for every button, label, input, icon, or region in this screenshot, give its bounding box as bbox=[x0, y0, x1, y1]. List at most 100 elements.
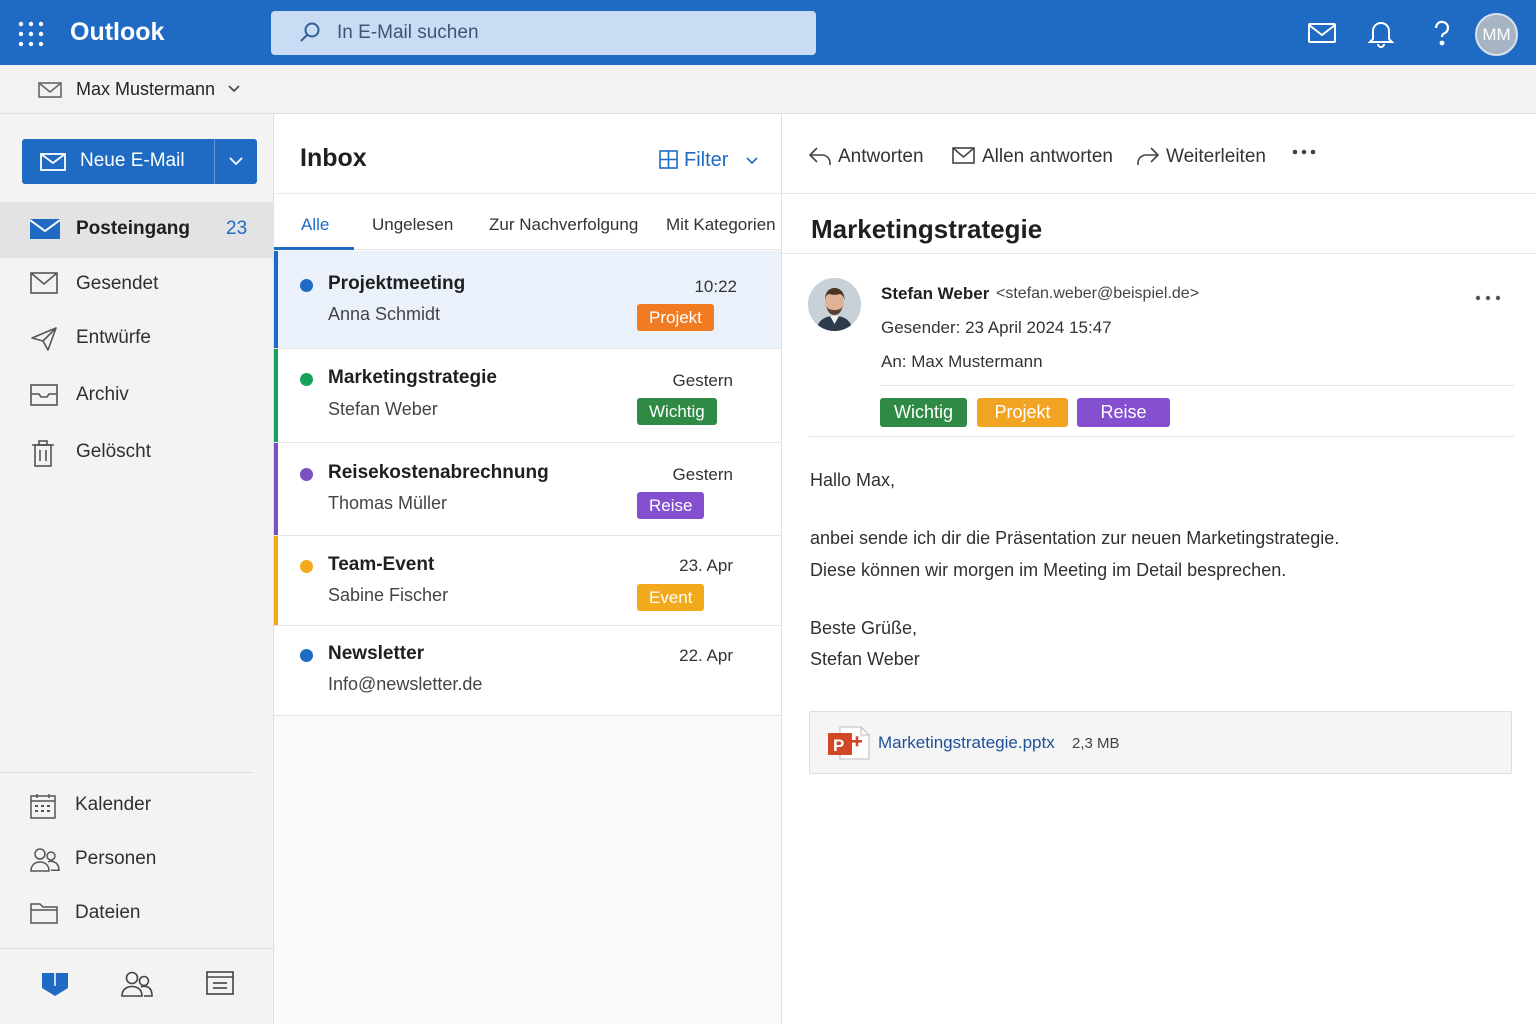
message-sender: Thomas Müller bbox=[328, 493, 448, 513]
svg-text:P: P bbox=[833, 736, 844, 755]
list-item[interactable]: Marketingstrategie Stefan Weber Gestern … bbox=[274, 349, 781, 443]
reply-button[interactable]: Antworten bbox=[808, 144, 928, 172]
divider bbox=[809, 436, 1514, 437]
more-actions-icon[interactable] bbox=[1292, 148, 1322, 168]
app-people[interactable]: Personen bbox=[0, 834, 273, 886]
message-time: 22. Apr bbox=[679, 646, 733, 665]
message-sender: Anna Schmidt bbox=[328, 304, 441, 324]
list-item[interactable]: Projektmeeting Anna Schmidt 10:22 Projek… bbox=[274, 251, 781, 349]
app-title[interactable]: Outlook bbox=[70, 18, 164, 47]
folder-label: Gesendet bbox=[76, 273, 159, 294]
tab-all[interactable]: Alle bbox=[301, 215, 329, 235]
unread-count: 23 bbox=[226, 218, 248, 239]
message-list-header: Inbox Filter bbox=[274, 114, 781, 194]
recipient-line: An: Max Mustermann bbox=[881, 352, 1043, 371]
new-mail-split-button: Neue E-Mail bbox=[22, 139, 257, 184]
new-mail-button[interactable]: Neue E-Mail bbox=[22, 139, 214, 184]
attachment-card[interactable]: P Marketingstrategie.pptx 2,3 MB bbox=[809, 711, 1512, 774]
sender-avatar[interactable] bbox=[808, 278, 861, 331]
envelope-icon bbox=[952, 147, 975, 164]
app-launcher-icon[interactable] bbox=[18, 21, 44, 47]
more-options-icon[interactable] bbox=[1475, 294, 1503, 304]
search-box[interactable] bbox=[271, 11, 816, 55]
list-item[interactable]: Reisekostenabrechnung Thomas Müller Gest… bbox=[274, 443, 781, 536]
account-name[interactable]: Max Mustermann bbox=[76, 79, 215, 100]
message-time: 10:22 bbox=[694, 277, 737, 296]
page-title: Inbox bbox=[300, 144, 367, 172]
new-mail-dropdown-button[interactable] bbox=[215, 139, 257, 184]
folder-icon bbox=[30, 901, 58, 925]
folder-label: Gelöscht bbox=[76, 441, 151, 462]
app-files[interactable]: Dateien bbox=[0, 888, 273, 940]
category-tag: Projekt bbox=[637, 304, 714, 331]
sent-date: Gesender: 23 April 2024 15:47 bbox=[881, 318, 1112, 337]
bell-icon[interactable] bbox=[1366, 18, 1396, 48]
message-sender: Sabine Fischer bbox=[328, 585, 449, 605]
category-tag[interactable]: Wichtig bbox=[880, 398, 967, 427]
mail-module-icon[interactable] bbox=[40, 970, 72, 1000]
chevron-down-icon[interactable] bbox=[227, 84, 241, 94]
category-tag[interactable]: Reise bbox=[1077, 398, 1170, 427]
forward-label: Weiterleiten bbox=[1166, 146, 1266, 167]
category-accent bbox=[274, 443, 278, 535]
attachment-name[interactable]: Marketingstrategie.pptx bbox=[878, 733, 1055, 753]
list-item[interactable]: Newsletter Info@newsletter.de 22. Apr bbox=[274, 626, 781, 716]
folder-label: Entwürfe bbox=[76, 327, 151, 348]
archive-icon bbox=[30, 383, 58, 407]
message-time: Gestern bbox=[672, 371, 733, 390]
folder-inbox[interactable]: Posteingang 23 bbox=[0, 202, 273, 258]
email-body-line: anbei sende ich dir die Präsentation zur… bbox=[810, 528, 1340, 548]
filter-button[interactable]: Filter bbox=[659, 148, 764, 174]
message-subject: Newsletter bbox=[328, 643, 425, 664]
app-label: Kalender bbox=[75, 794, 152, 815]
people-icon bbox=[30, 847, 60, 873]
tab-categories[interactable]: Mit Kategorien bbox=[666, 215, 776, 235]
trash-icon bbox=[30, 440, 56, 468]
sent-icon bbox=[30, 272, 58, 294]
reply-all-button[interactable]: Allen antworten bbox=[952, 144, 1117, 172]
category-tag: Wichtig bbox=[637, 398, 717, 425]
category-accent bbox=[274, 536, 278, 625]
app-label: Dateien bbox=[75, 902, 141, 923]
help-icon[interactable] bbox=[1427, 18, 1457, 48]
forward-button[interactable]: Weiterleiten bbox=[1136, 144, 1266, 172]
sender-name[interactable]: Stefan Weber bbox=[881, 284, 989, 304]
people-module-icon[interactable] bbox=[121, 970, 153, 1000]
divider bbox=[0, 772, 252, 773]
category-accent bbox=[274, 349, 278, 442]
folder-archive[interactable]: Archiv bbox=[0, 368, 273, 424]
app-label: Personen bbox=[75, 848, 157, 869]
list-item[interactable]: Team-Event Sabine Fischer 23. Apr Event bbox=[274, 536, 781, 626]
email-signature: Stefan Weber bbox=[810, 649, 920, 669]
email-closing: Beste Grüße, bbox=[810, 618, 918, 638]
drafts-icon bbox=[30, 326, 58, 352]
filter-label: Filter bbox=[684, 149, 729, 171]
unread-dot bbox=[300, 468, 313, 481]
category-tag: Reise bbox=[637, 492, 705, 519]
files-module-icon[interactable] bbox=[205, 970, 237, 1000]
divider bbox=[782, 253, 1536, 254]
email-subject: Marketingstrategie bbox=[811, 214, 1043, 244]
tab-unread[interactable]: Ungelesen bbox=[372, 215, 453, 235]
tab-follow-up[interactable]: Zur Nachverfolgung bbox=[489, 215, 638, 235]
message-list-pane: Inbox Filter Alle Ungelesen Zur Nachverf… bbox=[274, 114, 782, 1024]
envelope-icon bbox=[38, 80, 62, 100]
app-calendar[interactable]: Kalender bbox=[0, 780, 273, 832]
category-tag[interactable]: Projekt bbox=[977, 398, 1068, 427]
folder-label: Archiv bbox=[76, 384, 129, 405]
email-greeting: Hallo Max, bbox=[810, 470, 896, 490]
search-input[interactable] bbox=[337, 11, 797, 55]
user-avatar[interactable]: MM bbox=[1475, 13, 1518, 56]
reply-label: Antworten bbox=[838, 146, 924, 167]
folder-sent[interactable]: Gesendet bbox=[0, 257, 273, 313]
folder-drafts[interactable]: Entwürfe bbox=[0, 311, 273, 367]
chevron-down-icon bbox=[746, 157, 758, 165]
divider bbox=[881, 385, 1514, 386]
attachment-size: 2,3 MB bbox=[1072, 735, 1120, 752]
folder-deleted[interactable]: Gelöscht bbox=[0, 425, 273, 481]
message-subject: Marketingstrategie bbox=[328, 367, 497, 388]
category-tag: Event bbox=[637, 584, 705, 611]
unread-dot bbox=[300, 279, 313, 292]
mail-icon[interactable] bbox=[1307, 18, 1337, 48]
email-body-line: Diese können wir morgen im Meeting im De… bbox=[810, 560, 1287, 580]
